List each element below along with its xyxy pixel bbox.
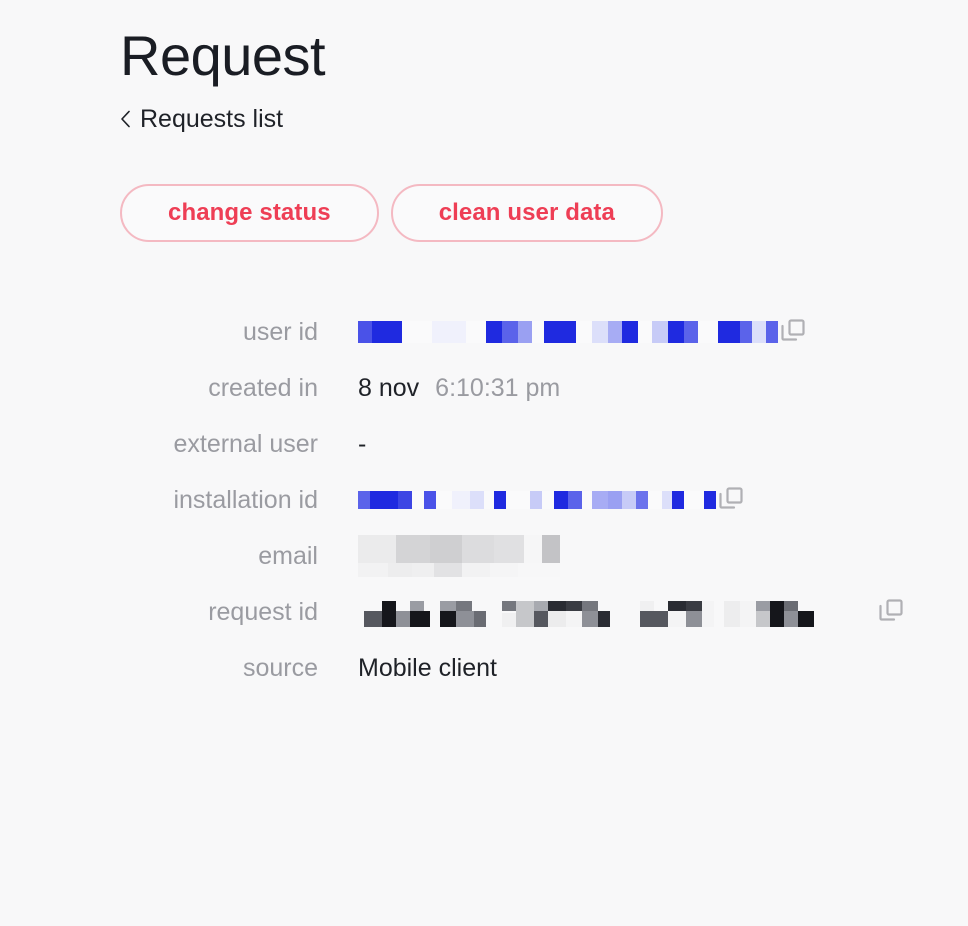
detail-value-external-user: - <box>358 429 366 459</box>
copy-icon[interactable] <box>716 485 746 515</box>
detail-row-user-id: user id <box>120 304 968 360</box>
clean-user-data-button[interactable]: clean user data <box>390 184 663 242</box>
action-buttons: change status clean user data <box>120 184 968 242</box>
detail-value-email <box>358 535 560 577</box>
request-details-list: user id created in 8 nov 6:10:31 pm exte… <box>120 304 968 696</box>
detail-value-source: Mobile client <box>358 653 497 683</box>
page-title: Request <box>120 24 326 87</box>
request-detail-page: Request Requests list change status clea… <box>0 0 968 926</box>
created-in-time: 6:10:31 pm <box>435 374 561 402</box>
redacted-installation-id-value <box>358 489 716 511</box>
copy-icon[interactable] <box>876 597 906 627</box>
detail-value-installation-id <box>358 485 746 515</box>
detail-label-request-id: request id <box>208 598 318 626</box>
detail-label-external-user: external user <box>173 430 318 458</box>
breadcrumb-label: Requests list <box>140 105 284 133</box>
detail-label-installation-id: installation id <box>173 486 318 514</box>
detail-value-request-id <box>358 597 906 627</box>
detail-row-external-user: external user - <box>120 416 968 472</box>
detail-label-email: email <box>258 542 318 570</box>
chevron-left-icon <box>120 110 131 128</box>
detail-label-source: source <box>242 654 318 682</box>
created-in-date: 8 nov <box>358 374 420 402</box>
detail-row-email: email <box>120 528 968 584</box>
detail-row-request-id: request id <box>120 584 968 640</box>
detail-label-created-in: created in <box>208 374 318 402</box>
breadcrumb-requests-list[interactable]: Requests list <box>120 104 283 134</box>
detail-label-user-id: user id <box>242 318 318 346</box>
change-status-button[interactable]: change status <box>120 184 379 242</box>
redacted-request-id-value-tail <box>724 597 848 627</box>
detail-row-created-in: created in 8 nov 6:10:31 pm <box>120 360 968 416</box>
external-user-value: - <box>358 430 367 458</box>
redacted-email-value <box>358 535 560 577</box>
detail-value-created-in: 8 nov 6:10:31 pm <box>358 373 560 403</box>
detail-row-source: source Mobile client <box>120 640 968 696</box>
redacted-request-id-value <box>358 597 726 627</box>
redacted-user-id-value <box>358 321 778 343</box>
copy-icon[interactable] <box>778 317 808 347</box>
detail-row-installation-id: installation id <box>120 472 968 528</box>
detail-value-user-id <box>358 317 808 347</box>
source-value: Mobile client <box>358 654 497 682</box>
